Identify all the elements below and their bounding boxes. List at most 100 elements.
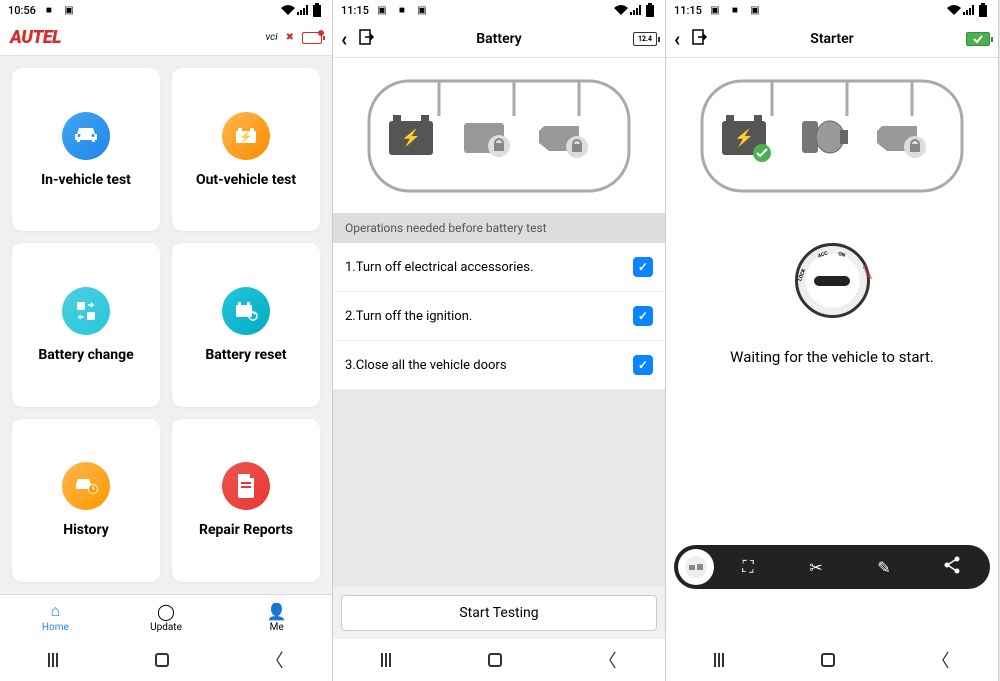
svg-text:⚡: ⚡ [734,128,754,147]
system-diagram: ⚡ [666,58,998,213]
battery-icon [976,3,990,17]
menu-label: In-vehicle test [41,172,131,188]
back-button[interactable]: 〈 [932,647,950,673]
signal-icon [963,5,974,15]
reset-icon [222,287,270,335]
checklist-item[interactable]: 3.Close all the vehicle doors ✓ [333,341,665,390]
nav-label: Home [42,622,69,633]
android-nav: 〈 [333,639,665,681]
recent-apps-button[interactable] [381,653,391,667]
checkbox-checked-icon[interactable]: ✓ [633,306,653,326]
menu-label: History [63,522,109,538]
start-testing-button[interactable]: Start Testing [341,595,657,631]
title-bar: ‹ Starter [666,20,998,58]
exit-icon[interactable] [359,29,375,49]
dial-label-on: ON [837,251,845,259]
wifi-icon [947,3,961,17]
video-icon: ■ [42,3,56,17]
status-bar: 11:15 ▣ ■ ▣ [333,0,665,20]
thumbnail-preview[interactable] [678,549,714,585]
wait-message: Waiting for the vehicle to start. [730,348,934,366]
menu-battery-change[interactable]: Battery change [12,243,160,406]
menu-label: Repair Reports [199,522,293,538]
android-nav: 〈 [666,639,998,681]
checkbox-checked-icon[interactable]: ✓ [633,355,653,375]
status-time: 11:15 [341,4,369,17]
voltage-indicator-ok [966,32,990,46]
menu-in-vehicle-test[interactable]: In-vehicle test [12,68,160,231]
exit-icon[interactable] [692,29,708,49]
svg-text:⚡: ⚡ [401,128,421,147]
share-icon[interactable] [918,556,986,578]
back-button[interactable]: 〈 [599,647,617,673]
menu-history[interactable]: History [12,419,160,582]
video-icon: ■ [728,3,742,17]
camera-icon: ▣ [375,3,389,17]
nav-label: Update [150,622,182,633]
history-icon [62,462,110,510]
nav-home[interactable]: ⌂ Home [0,595,111,639]
back-button[interactable]: 〈 [266,647,284,673]
status-time: 11:15 [674,4,702,17]
camera-icon: ▣ [708,3,722,17]
autel-logo: AUTEL [10,27,61,48]
camera-icon: ▣ [415,3,429,17]
wifi-icon [281,3,295,17]
screen-starter: 11:15 ▣ ■ ▣ ‹ Starter [666,0,999,681]
menu-repair-reports[interactable]: Repair Reports [172,419,320,582]
nav-label: Me [270,622,284,633]
menu-battery-reset[interactable]: Battery reset [172,243,320,406]
recent-apps-button[interactable] [714,653,724,667]
nav-update[interactable]: ◯ Update [111,595,222,639]
menu-label: Battery reset [205,347,286,363]
camera-icon: ▣ [748,3,762,17]
crop-icon[interactable]: ✂ [782,558,850,577]
signal-icon [297,5,308,15]
edit-icon[interactable]: ✎ [850,558,918,577]
dial-label-acc: ACC [817,250,828,259]
menu-label: Battery change [38,347,133,363]
page-title: Starter [666,31,998,47]
home-button[interactable] [821,653,835,667]
ignition-dial-icon: LOCK ACC ON START [795,243,870,318]
svg-text:⚡: ⚡ [240,130,252,143]
battery-icon: ⚡ [222,112,270,160]
wifi-icon [614,3,628,17]
home-button[interactable] [488,653,502,667]
swap-icon [62,287,110,335]
home-button[interactable] [155,653,169,667]
checklist-item[interactable]: 1.Turn off electrical accessories. ✓ [333,243,665,292]
home-icon: ⌂ [51,601,61,621]
camera-icon: ▣ [62,3,76,17]
app-header: AUTEL vci ✖ [0,20,332,56]
voltage-indicator: 12.4 [633,32,657,46]
section-header: Operations needed before battery test [333,213,665,243]
checklist-text: 1.Turn off electrical accessories. [345,260,533,275]
video-icon: ■ [395,3,409,17]
screenshot-toolbar: ⛶ ✂ ✎ [674,545,990,589]
recent-apps-button[interactable] [48,653,58,667]
screen-home: 10:56 ■ ▣ AUTEL vci ✖ In [0,0,333,681]
update-icon: ◯ [157,602,175,621]
checkbox-checked-icon[interactable]: ✓ [633,257,653,277]
back-icon[interactable]: ‹ [674,27,680,51]
dial-label-lock: LOCK [797,268,807,282]
nav-me[interactable]: 👤 Me [221,595,332,639]
menu-out-vehicle-test[interactable]: ⚡ Out-vehicle test [172,68,320,231]
vci-indicator: vci [266,32,278,43]
title-bar: ‹ Battery 12.4 [333,20,665,58]
checklist-item[interactable]: 2.Turn off the ignition. ✓ [333,292,665,341]
back-icon[interactable]: ‹ [341,27,347,51]
battery-icon [310,3,324,17]
bottom-nav: ⌂ Home ◯ Update 👤 Me [0,594,332,639]
page-title: Battery [333,31,665,47]
signal-icon [630,5,641,15]
user-icon: 👤 [267,602,287,621]
menu-label: Out-vehicle test [196,172,296,188]
android-nav: 〈 [0,639,332,681]
expand-icon[interactable]: ⛶ [714,557,782,577]
dial-label-start: START [861,265,873,282]
checklist-text: 3.Close all the vehicle doors [345,358,507,373]
system-diagram: ⚡ [333,58,665,213]
status-bar: 11:15 ▣ ■ ▣ [666,0,998,20]
